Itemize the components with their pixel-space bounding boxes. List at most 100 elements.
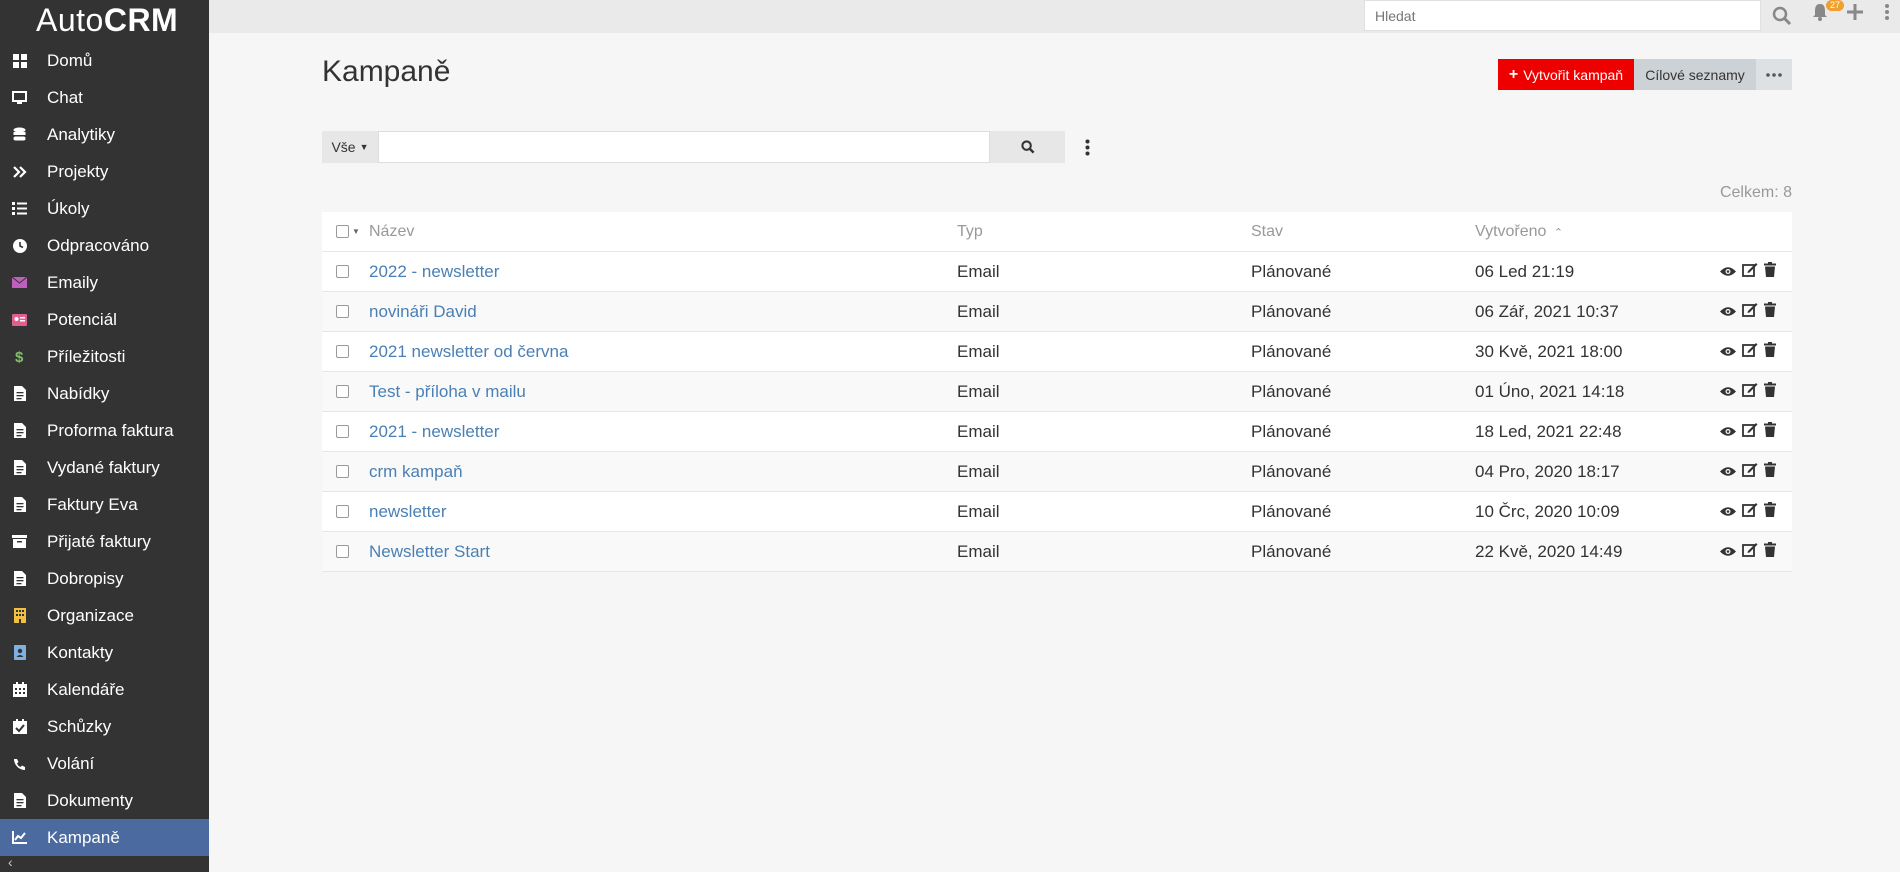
text-filter-input[interactable] bbox=[378, 131, 990, 163]
column-header-state[interactable]: Stav bbox=[1251, 223, 1475, 241]
edit-icon[interactable] bbox=[1742, 422, 1758, 442]
eye-icon[interactable] bbox=[1720, 462, 1736, 482]
create-campaign-button[interactable]: + Vytvořit kampaň bbox=[1498, 59, 1634, 90]
main-content: Kampaně + Vytvořit kampaň Cílové seznamy… bbox=[209, 33, 1900, 872]
sidebar-item-8[interactable]: $ Příležitosti bbox=[0, 338, 209, 375]
sidebar-item-0[interactable]: Domů bbox=[0, 42, 209, 79]
row-checkbox[interactable] bbox=[322, 425, 369, 438]
campaign-name-link[interactable]: Test - příloha v mailu bbox=[369, 382, 957, 402]
select-all-checkbox[interactable]: ▼ bbox=[322, 225, 369, 238]
more-actions-button[interactable] bbox=[1756, 59, 1792, 90]
sidebar-item-16[interactable]: Kontakty bbox=[0, 634, 209, 671]
eye-icon[interactable] bbox=[1720, 382, 1736, 402]
notification-badge: 27 bbox=[1826, 0, 1845, 11]
sidebar-item-2[interactable]: Analytiky bbox=[0, 116, 209, 153]
sidebar-item-21[interactable]: Kampaně bbox=[0, 819, 209, 856]
sidebar-item-11[interactable]: Vydané faktury bbox=[0, 449, 209, 486]
eye-icon[interactable] bbox=[1720, 342, 1736, 362]
row-checkbox[interactable] bbox=[322, 305, 369, 318]
column-header-created[interactable]: Vytvořeno ⌃ bbox=[1475, 223, 1720, 241]
search-icon[interactable] bbox=[1770, 4, 1794, 28]
document-icon bbox=[12, 497, 27, 512]
column-header-type[interactable]: Typ bbox=[957, 223, 1251, 241]
caret-down-icon: ▼ bbox=[359, 142, 369, 152]
sidebar-item-18[interactable]: Schůzky bbox=[0, 708, 209, 745]
campaign-name-link[interactable]: Newsletter Start bbox=[369, 542, 957, 562]
table-header: ▼ Název Typ Stav Vytvořeno ⌃ bbox=[322, 212, 1792, 252]
eye-icon[interactable] bbox=[1720, 262, 1736, 282]
column-header-name[interactable]: Název bbox=[369, 223, 957, 241]
global-search-input[interactable] bbox=[1364, 0, 1761, 31]
trash-icon[interactable] bbox=[1764, 421, 1776, 442]
sidebar-item-4[interactable]: Úkoly bbox=[0, 190, 209, 227]
eye-icon[interactable] bbox=[1720, 302, 1736, 322]
campaign-state: Plánované bbox=[1251, 381, 1332, 401]
sidebar-item-label: Příležitosti bbox=[47, 346, 126, 366]
search-button[interactable] bbox=[990, 131, 1065, 163]
sidebar-item-9[interactable]: Nabídky bbox=[0, 375, 209, 412]
sidebar-item-1[interactable]: Chat bbox=[0, 79, 209, 116]
sidebar-item-15[interactable]: Organizace bbox=[0, 597, 209, 634]
collapse-sidebar-icon[interactable]: ‹ bbox=[8, 854, 13, 870]
plus-icon[interactable] bbox=[1843, 0, 1867, 24]
row-checkbox[interactable] bbox=[322, 545, 369, 558]
trash-icon[interactable] bbox=[1764, 301, 1776, 322]
sidebar-item-12[interactable]: Faktury Eva bbox=[0, 486, 209, 523]
sidebar-item-label: Vydané faktury bbox=[47, 457, 160, 477]
sidebar-item-6[interactable]: Emaily bbox=[0, 264, 209, 301]
sidebar-item-20[interactable]: Dokumenty bbox=[0, 782, 209, 819]
sidebar-item-7[interactable]: Potenciál bbox=[0, 301, 209, 338]
sidebar-item-14[interactable]: Dobropisy bbox=[0, 560, 209, 597]
sidebar-item-17[interactable]: Kalendáře bbox=[0, 671, 209, 708]
campaign-name-link[interactable]: crm kampaň bbox=[369, 462, 957, 482]
campaign-created: 06 Led 21:19 bbox=[1475, 261, 1575, 281]
trash-icon[interactable] bbox=[1764, 381, 1776, 402]
campaign-type: Email bbox=[957, 421, 1000, 441]
sidebar-item-3[interactable]: Projekty bbox=[0, 153, 209, 190]
campaign-name-link[interactable]: novináři David bbox=[369, 302, 957, 322]
campaign-name-link[interactable]: 2021 newsletter od června bbox=[369, 342, 957, 362]
monitor-icon bbox=[12, 90, 27, 105]
sidebar-item-10[interactable]: Proforma faktura bbox=[0, 412, 209, 449]
edit-icon[interactable] bbox=[1742, 382, 1758, 402]
campaign-state: Plánované bbox=[1251, 541, 1332, 561]
row-checkbox[interactable] bbox=[322, 505, 369, 518]
campaign-name-link[interactable]: 2022 - newsletter bbox=[369, 262, 957, 282]
document-icon bbox=[12, 386, 27, 401]
campaign-type: Email bbox=[957, 381, 1000, 401]
eye-icon[interactable] bbox=[1720, 422, 1736, 442]
campaign-name-link[interactable]: 2021 - newsletter bbox=[369, 422, 957, 442]
sidebar-item-13[interactable]: Přijaté faktury bbox=[0, 523, 209, 560]
app-logo[interactable]: AutoCRM bbox=[0, 0, 209, 42]
trash-icon[interactable] bbox=[1764, 261, 1776, 282]
edit-icon[interactable] bbox=[1742, 342, 1758, 362]
row-checkbox[interactable] bbox=[322, 345, 369, 358]
sidebar-item-5[interactable]: Odpracováno bbox=[0, 227, 209, 264]
more-vertical-icon[interactable] bbox=[1079, 135, 1095, 159]
edit-icon[interactable] bbox=[1742, 542, 1758, 562]
sidebar-item-label: Přijaté faktury bbox=[47, 531, 151, 551]
trash-icon[interactable] bbox=[1764, 541, 1776, 562]
target-lists-button[interactable]: Cílové seznamy bbox=[1634, 59, 1756, 90]
edit-icon[interactable] bbox=[1742, 262, 1758, 282]
campaign-name-link[interactable]: newsletter bbox=[369, 502, 957, 522]
campaign-state: Plánované bbox=[1251, 421, 1332, 441]
filter-dropdown[interactable]: Vše ▼ bbox=[322, 131, 378, 163]
eye-icon[interactable] bbox=[1720, 542, 1736, 562]
trash-icon[interactable] bbox=[1764, 501, 1776, 522]
tasks-icon bbox=[12, 201, 27, 216]
calendar-check-icon bbox=[12, 719, 27, 734]
trash-icon[interactable] bbox=[1764, 461, 1776, 482]
trash-icon[interactable] bbox=[1764, 341, 1776, 362]
sidebar-item-label: Kampaně bbox=[47, 827, 120, 847]
sidebar-item-19[interactable]: Volání bbox=[0, 745, 209, 782]
campaign-state: Plánované bbox=[1251, 261, 1332, 281]
row-checkbox[interactable] bbox=[322, 385, 369, 398]
more-vertical-icon[interactable] bbox=[1880, 0, 1894, 24]
eye-icon[interactable] bbox=[1720, 502, 1736, 522]
edit-icon[interactable] bbox=[1742, 302, 1758, 322]
row-checkbox[interactable] bbox=[322, 465, 369, 478]
row-checkbox[interactable] bbox=[322, 265, 369, 278]
edit-icon[interactable] bbox=[1742, 462, 1758, 482]
edit-icon[interactable] bbox=[1742, 502, 1758, 522]
